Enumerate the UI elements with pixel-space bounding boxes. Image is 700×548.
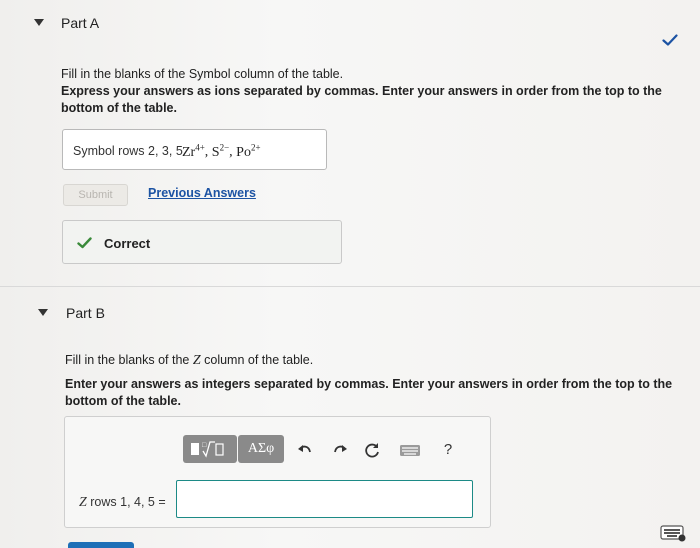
check-icon: [77, 237, 92, 249]
part-a-header[interactable]: Part A: [0, 0, 700, 50]
feedback-text: Correct: [104, 236, 151, 251]
math-input-panel: □ ΑΣφ ? Z rows 1, 4, 5 =: [64, 416, 491, 528]
answer-math: Zr4+, S2−, Po2+: [182, 142, 261, 160]
keyboard-shortcuts-icon[interactable]: [660, 524, 686, 542]
page: Part A Fill in the blanks of the Symbol …: [0, 0, 700, 548]
math-toolbar: □ ΑΣφ ?: [183, 435, 473, 465]
templates-icon: □: [191, 441, 224, 458]
answer-display: Symbol rows 2, 3, 5 Zr4+, S2−, Po2+: [62, 129, 327, 170]
undo-icon[interactable]: [296, 441, 314, 459]
answer-label: Symbol rows 2, 3, 5: [73, 144, 183, 158]
templates-button[interactable]: □: [183, 435, 237, 463]
feedback-box: Correct: [62, 220, 342, 264]
submit-button[interactable]: Submit: [63, 184, 128, 206]
greek-symbols-button[interactable]: ΑΣφ: [238, 435, 284, 463]
part-a-title: Part A: [61, 15, 100, 31]
ion-po: Po2+: [236, 142, 261, 160]
part-b-header[interactable]: Part B: [0, 287, 700, 337]
reset-icon[interactable]: [363, 441, 381, 459]
check-icon: [662, 34, 678, 46]
part-a-bold-instruction: Express your answers as ions separated b…: [61, 84, 662, 115]
help-button[interactable]: ?: [439, 441, 457, 459]
previous-answers-link[interactable]: Previous Answers: [148, 186, 256, 200]
redo-icon[interactable]: [331, 441, 349, 459]
svg-text:□: □: [202, 442, 207, 449]
ion-s: S2−: [211, 142, 230, 160]
part-a-instruction: Fill in the blanks of the Symbol column …: [61, 67, 344, 81]
input-label: Z rows 1, 4, 5 =: [79, 495, 166, 510]
part-b-bold-instruction: Enter your answers as integers separated…: [65, 377, 673, 408]
ion-zr: Zr4+: [182, 142, 205, 160]
part-b-title: Part B: [66, 305, 105, 321]
collapse-caret-icon[interactable]: [38, 309, 48, 316]
z-answer-input[interactable]: [176, 480, 473, 518]
collapse-caret-icon[interactable]: [34, 19, 44, 26]
submit-button-partial[interactable]: [68, 542, 134, 548]
keyboard-icon[interactable]: [399, 441, 421, 459]
part-b-instruction: Fill in the blanks of the Z column of th…: [65, 353, 314, 368]
